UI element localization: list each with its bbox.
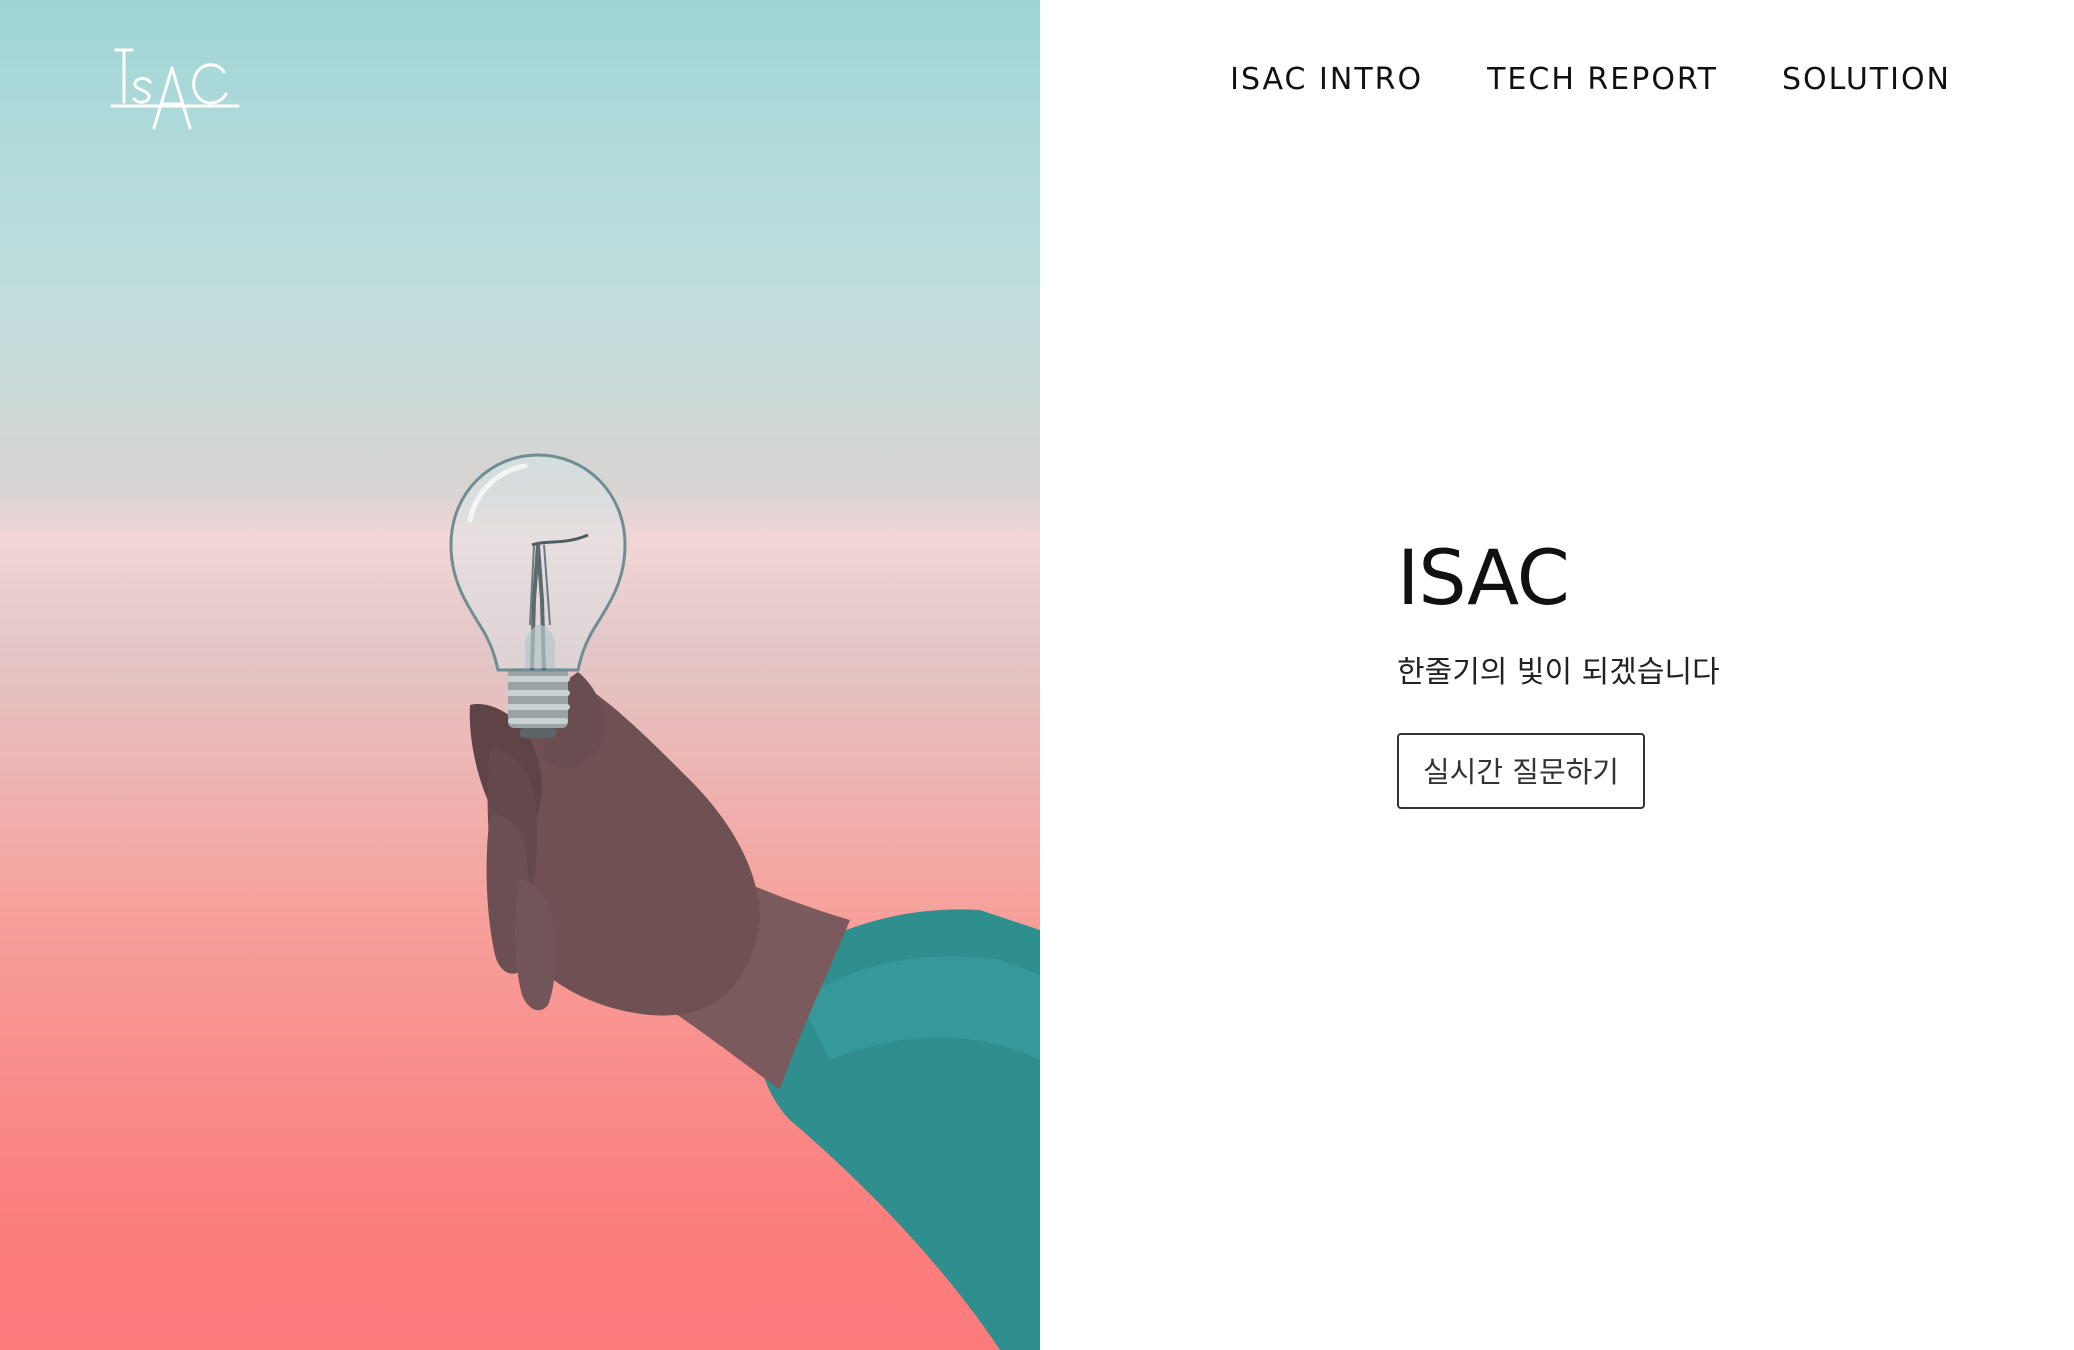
main-nav: ISAC INTRO TECH REPORT SOLUTION [1230,62,1951,97]
hero-subtitle: 한줄기의 빛이 되겠습니다 [1397,655,1720,690]
nav-isac-intro[interactable]: ISAC INTRO [1230,62,1423,97]
isac-logo[interactable] [110,46,242,130]
hero-content: ISAC 한줄기의 빛이 되겠습니다 실시간 질문하기 [1397,535,1720,809]
nav-solution[interactable]: SOLUTION [1782,62,1951,97]
hero-title: ISAC [1397,533,1570,622]
hero-image [0,0,1040,1350]
right-pane: ISAC INTRO TECH REPORT SOLUTION ISAC 한줄기… [1040,0,2074,1350]
lightbulb-in-hand-photo [449,453,1040,1350]
live-question-button[interactable]: 실시간 질문하기 [1397,733,1645,809]
nav-tech-report[interactable]: TECH REPORT [1487,62,1718,97]
landing-page: ISAC INTRO TECH REPORT SOLUTION ISAC 한줄기… [0,0,2074,1350]
